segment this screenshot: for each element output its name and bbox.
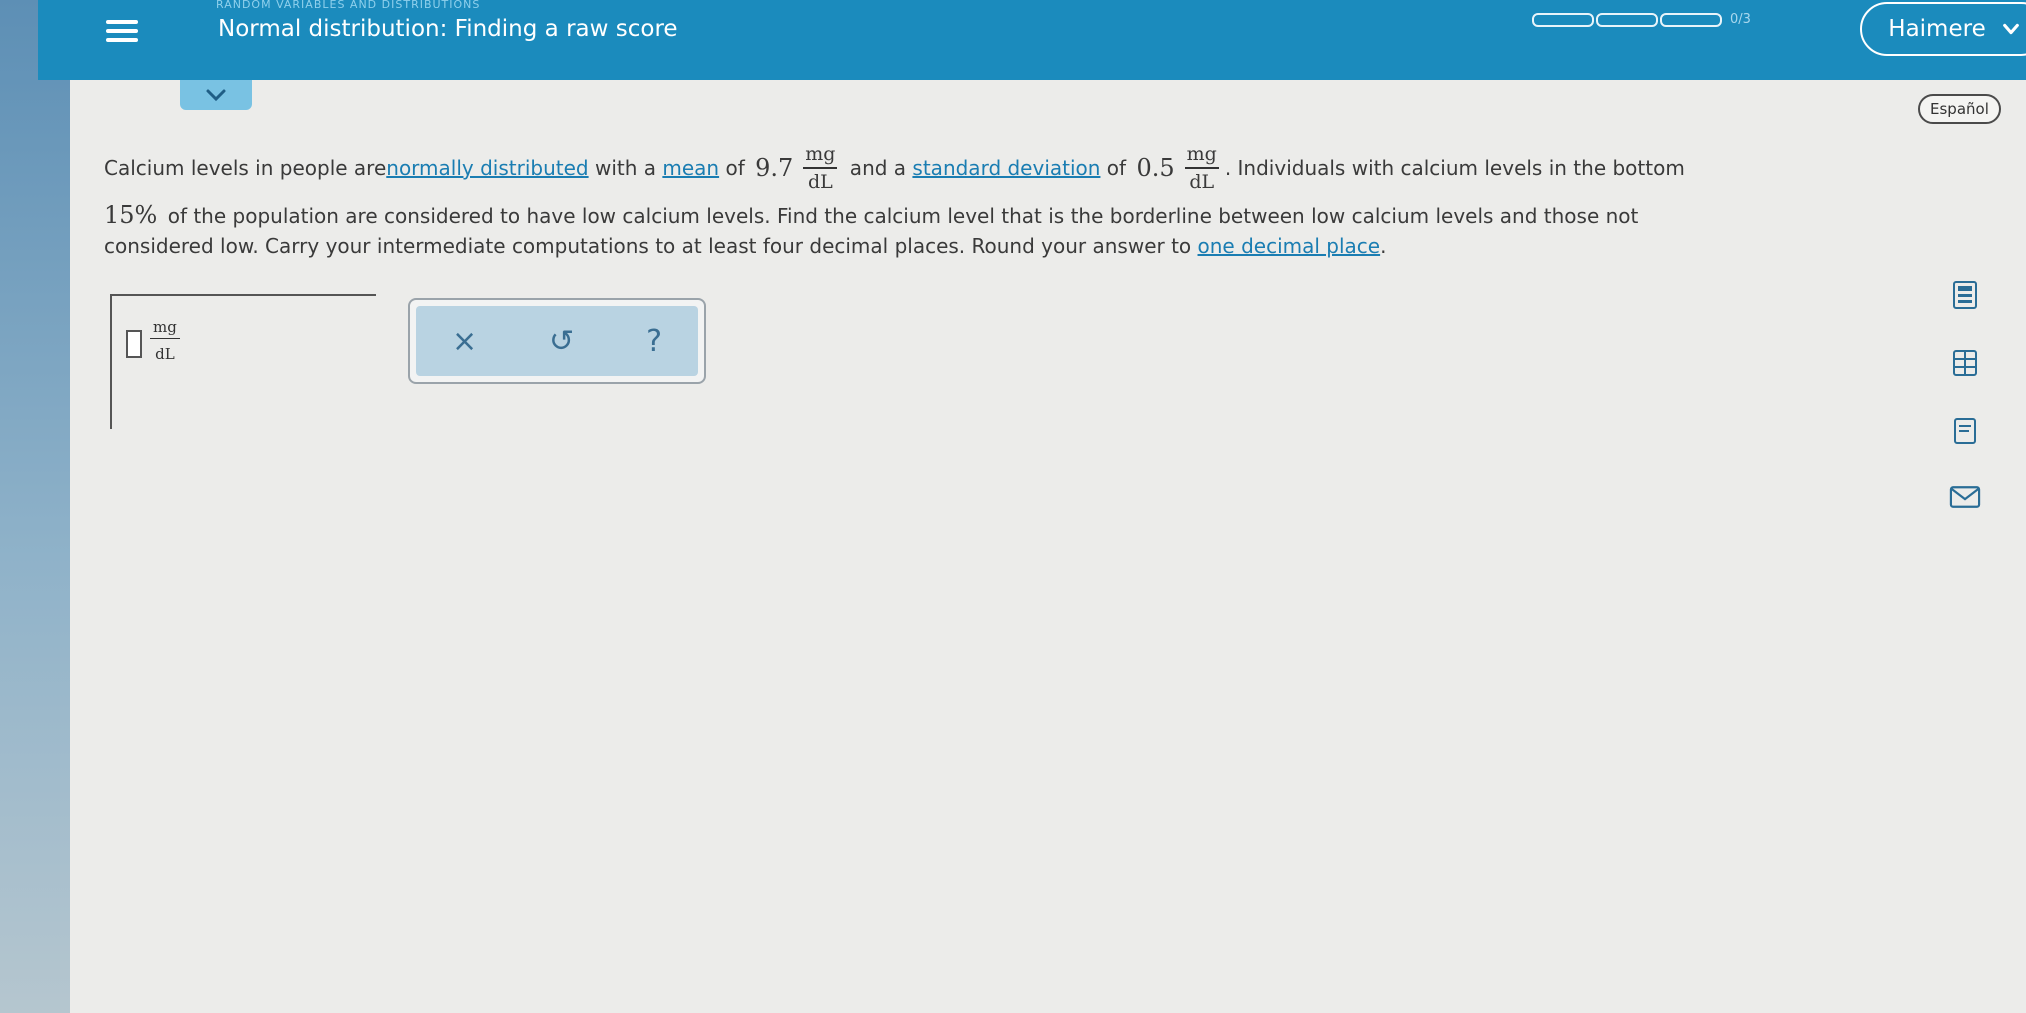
problem-text: . Individuals with calcium levels in the…: [1224, 156, 1685, 180]
answer-toolbar: × ↺ ?: [408, 298, 706, 384]
progress-segment: [1660, 12, 1722, 27]
problem-text: of: [719, 156, 752, 180]
calculator-icon[interactable]: [1952, 280, 1978, 310]
hamburger-icon: [106, 15, 138, 47]
problem-text: .: [1380, 234, 1387, 258]
menu-button[interactable]: [86, 0, 158, 62]
user-name: Haimere: [1888, 16, 1986, 42]
link-standard-deviation[interactable]: standard deviation: [912, 153, 1100, 183]
problem-text: of: [1100, 156, 1133, 180]
side-toolbar: [1948, 280, 1982, 510]
progress-count: 0/3: [1730, 12, 1751, 27]
progress-segment: [1532, 12, 1594, 27]
unit-numerator: mg: [1184, 143, 1219, 169]
top-bar: RANDOM VARIABLES AND DISTRIBUTIONS Norma…: [38, 0, 2026, 80]
unit-numerator: mg: [803, 143, 838, 169]
answer-unit-denominator: dL: [155, 345, 175, 363]
answer-unit: mg dL: [150, 318, 180, 363]
mail-icon[interactable]: [1948, 484, 1982, 510]
book-icon[interactable]: [1952, 416, 1978, 446]
clear-button[interactable]: ×: [452, 324, 477, 359]
problem-text: of the population are considered to have…: [161, 204, 1639, 228]
answer-toolbar-inner: × ↺ ?: [416, 306, 698, 376]
problem-text: and a: [843, 156, 913, 180]
unit-denominator: dL: [807, 171, 833, 193]
undo-button[interactable]: ↺: [549, 324, 574, 359]
screen-left-edge: [0, 0, 70, 1013]
problem-line: considered low. Carry your intermediate …: [104, 231, 1864, 261]
progress-segment: [1596, 12, 1658, 27]
problem-text: Calcium levels in people are: [104, 156, 387, 180]
problem-text: with a: [588, 156, 663, 180]
module-title: RANDOM VARIABLES AND DISTRIBUTIONS: [216, 0, 481, 11]
main-content: Español Calcium levels in people are nor…: [70, 80, 2026, 1013]
problem-line: Calcium levels in people are normally di…: [104, 136, 1864, 200]
collapse-toggle[interactable]: [180, 80, 252, 110]
language-button[interactable]: Español: [1918, 94, 2001, 124]
problem-text: considered low. Carry your intermediate …: [104, 234, 1198, 258]
topic-title: Normal distribution: Finding a raw score: [218, 16, 678, 42]
progress-bar: 0/3: [1532, 12, 1751, 27]
percent-value: 15%: [104, 201, 158, 229]
sd-value: 0.5: [1136, 154, 1175, 182]
link-one-decimal-place[interactable]: one decimal place: [1198, 234, 1381, 258]
user-menu-button[interactable]: Haimere: [1860, 2, 2026, 56]
link-normally-distributed[interactable]: normally distributed: [386, 153, 588, 183]
unit-fraction: mg dL: [803, 143, 838, 193]
answer-area: mg dL: [110, 294, 376, 429]
chevron-down-icon: [2002, 23, 2019, 35]
help-button[interactable]: ?: [646, 324, 662, 359]
unit-fraction: mg dL: [1184, 143, 1219, 193]
problem-statement: Calcium levels in people are normally di…: [104, 136, 1864, 261]
mean-value: 9.7: [755, 154, 794, 182]
data-table-icon[interactable]: [1952, 348, 1978, 378]
chevron-down-icon: [206, 89, 226, 102]
answer-unit-numerator: mg: [150, 318, 180, 339]
answer-input[interactable]: [126, 330, 142, 358]
link-mean[interactable]: mean: [662, 153, 719, 183]
unit-denominator: dL: [1189, 171, 1215, 193]
problem-line: 15% of the population are considered to …: [104, 200, 1864, 231]
